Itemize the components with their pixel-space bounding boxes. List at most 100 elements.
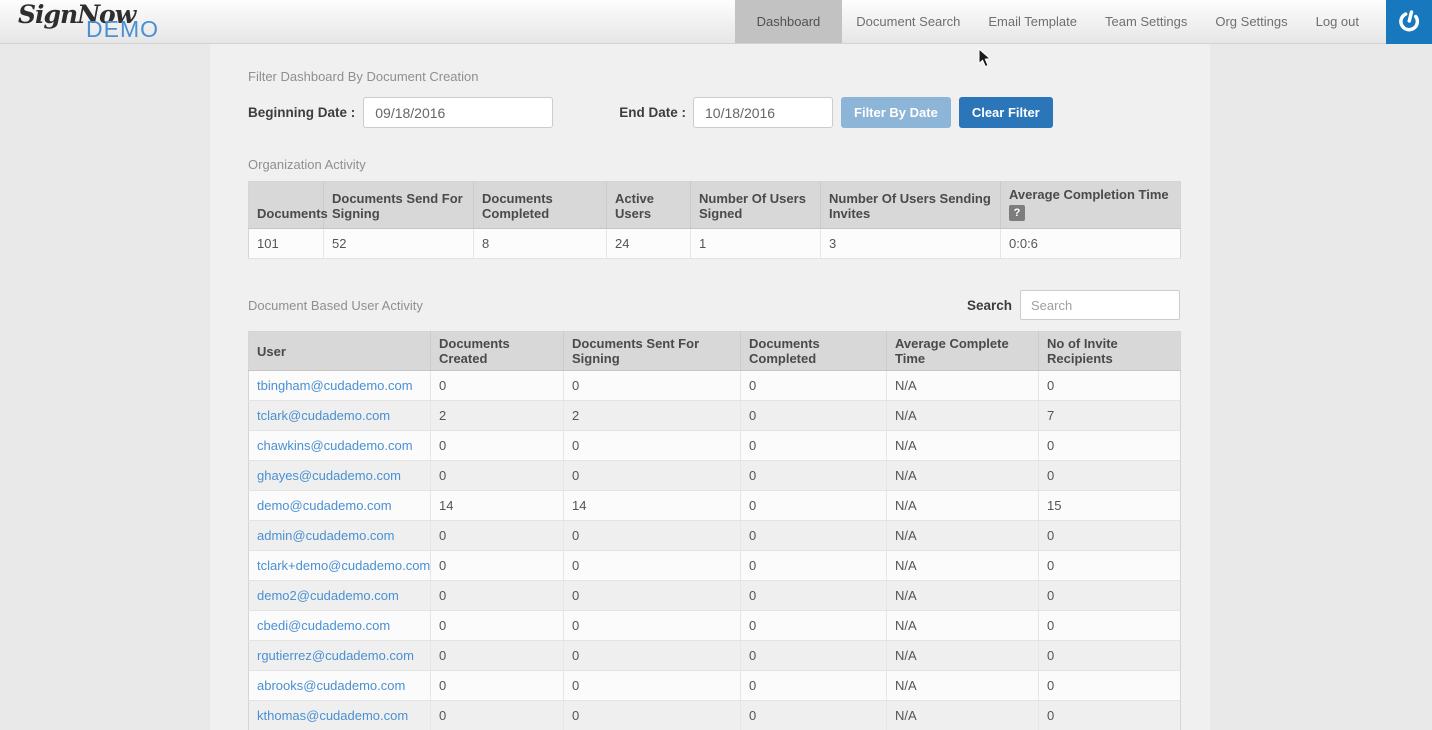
user-email-link[interactable]: chawkins@cudademo.com bbox=[249, 431, 431, 461]
user-value-cell: 0 bbox=[1039, 551, 1181, 581]
user-value-cell: N/A bbox=[887, 461, 1039, 491]
app-logo[interactable]: SignNow DEMO bbox=[18, 0, 218, 44]
user-value-cell: 0 bbox=[741, 701, 887, 730]
power-icon bbox=[1396, 9, 1422, 35]
user-column-header: Average Complete Time bbox=[887, 332, 1039, 371]
org-column-header: Documents Completed bbox=[474, 182, 607, 229]
user-value-cell: 0 bbox=[1039, 641, 1181, 671]
user-value-cell: 0 bbox=[431, 521, 564, 551]
search-input[interactable] bbox=[1020, 290, 1180, 320]
filter-by-date-button[interactable]: Filter By Date bbox=[841, 97, 951, 128]
user-value-cell: 0 bbox=[741, 431, 887, 461]
user-value-cell: 0 bbox=[1039, 371, 1181, 401]
org-column-header: Number Of Users Sending Invites bbox=[821, 182, 1001, 229]
user-table-row: tbingham@cudademo.com000N/A0 bbox=[249, 371, 1181, 401]
user-value-cell: 0 bbox=[564, 431, 741, 461]
org-column-header: Average Completion Time? bbox=[1001, 182, 1181, 229]
search-label: Search bbox=[967, 298, 1012, 313]
org-column-header: Number Of Users Signed bbox=[691, 182, 821, 229]
nav-item-dashboard[interactable]: Dashboard bbox=[735, 0, 843, 43]
user-value-cell: 14 bbox=[564, 491, 741, 521]
top-navigation-bar: SignNow DEMO DashboardDocument SearchEma… bbox=[0, 0, 1432, 44]
user-table-body: tbingham@cudademo.com000N/A0tclark@cudad… bbox=[249, 371, 1181, 730]
nav-menu: DashboardDocument SearchEmail TemplateTe… bbox=[735, 0, 1373, 43]
org-column-label: Documents Completed bbox=[482, 191, 553, 221]
org-value-cell: 101 bbox=[249, 229, 324, 259]
org-value-cell: 24 bbox=[607, 229, 691, 259]
user-value-cell: N/A bbox=[887, 641, 1039, 671]
user-email-link[interactable]: tclark+demo@cudademo.com bbox=[249, 551, 431, 581]
end-date-label: End Date : bbox=[619, 105, 686, 120]
user-value-cell: 0 bbox=[1039, 581, 1181, 611]
nav-item-org-settings[interactable]: Org Settings bbox=[1201, 0, 1301, 43]
user-value-cell: 0 bbox=[431, 431, 564, 461]
user-value-cell: 0 bbox=[431, 701, 564, 730]
user-value-cell: 0 bbox=[564, 521, 741, 551]
user-value-cell: N/A bbox=[887, 371, 1039, 401]
org-column-label: Documents Send For Signing bbox=[332, 191, 463, 221]
nav-item-document-search[interactable]: Document Search bbox=[842, 0, 974, 43]
user-value-cell: N/A bbox=[887, 491, 1039, 521]
user-value-cell: 7 bbox=[1039, 401, 1181, 431]
user-value-cell: 0 bbox=[564, 581, 741, 611]
org-table-data-row: 10152824130:0:6 bbox=[249, 229, 1181, 259]
user-value-cell: 0 bbox=[1039, 461, 1181, 491]
user-table-row: chawkins@cudademo.com000N/A0 bbox=[249, 431, 1181, 461]
clear-filter-button[interactable]: Clear Filter bbox=[959, 97, 1053, 128]
user-column-header: Documents Created bbox=[431, 332, 564, 371]
org-activity-heading: Organization Activity bbox=[248, 157, 1180, 172]
filter-section-heading: Filter Dashboard By Document Creation bbox=[248, 69, 1180, 84]
user-value-cell: 0 bbox=[1039, 431, 1181, 461]
org-column-label: Number Of Users Signed bbox=[699, 191, 806, 221]
user-value-cell: 0 bbox=[564, 671, 741, 701]
user-value-cell: 2 bbox=[564, 401, 741, 431]
user-value-cell: 0 bbox=[741, 371, 887, 401]
user-email-link[interactable]: tclark@cudademo.com bbox=[249, 401, 431, 431]
user-email-link[interactable]: ghayes@cudademo.com bbox=[249, 461, 431, 491]
user-table-row: rgutierrez@cudademo.com000N/A0 bbox=[249, 641, 1181, 671]
user-email-link[interactable]: rgutierrez@cudademo.com bbox=[249, 641, 431, 671]
user-activity-table: UserDocuments CreatedDocuments Sent For … bbox=[248, 331, 1181, 730]
user-table-row: abrooks@cudademo.com000N/A0 bbox=[249, 671, 1181, 701]
user-table-row: kthomas@cudademo.com000N/A0 bbox=[249, 701, 1181, 730]
user-value-cell: 0 bbox=[741, 551, 887, 581]
user-email-link[interactable]: demo@cudademo.com bbox=[249, 491, 431, 521]
user-value-cell: 0 bbox=[1039, 671, 1181, 701]
nav-item-team-settings[interactable]: Team Settings bbox=[1091, 0, 1201, 43]
beginning-date-input[interactable] bbox=[363, 97, 553, 128]
org-column-header: Active Users bbox=[607, 182, 691, 229]
user-value-cell: 0 bbox=[564, 461, 741, 491]
org-column-label: Documents bbox=[257, 206, 328, 221]
user-value-cell: N/A bbox=[887, 401, 1039, 431]
user-email-link[interactable]: admin@cudademo.com bbox=[249, 521, 431, 551]
user-table-row: admin@cudademo.com000N/A0 bbox=[249, 521, 1181, 551]
user-value-cell: 0 bbox=[741, 461, 887, 491]
org-column-header: Documents Send For Signing bbox=[324, 182, 474, 229]
organization-activity-table: Documents Documents Send For Signing Docum… bbox=[248, 181, 1181, 259]
user-email-link[interactable]: kthomas@cudademo.com bbox=[249, 701, 431, 730]
user-value-cell: 0 bbox=[741, 641, 887, 671]
nav-item-log-out[interactable]: Log out bbox=[1302, 0, 1373, 43]
user-value-cell: 0 bbox=[431, 641, 564, 671]
org-value-cell: 52 bbox=[324, 229, 474, 259]
org-column-label: Active Users bbox=[615, 191, 654, 221]
user-email-link[interactable]: abrooks@cudademo.com bbox=[249, 671, 431, 701]
user-table-row: cbedi@cudademo.com000N/A0 bbox=[249, 611, 1181, 641]
user-value-cell: 0 bbox=[564, 611, 741, 641]
user-value-cell: 0 bbox=[564, 701, 741, 730]
user-value-cell: 0 bbox=[741, 491, 887, 521]
user-value-cell: 0 bbox=[1039, 611, 1181, 641]
user-value-cell: 0 bbox=[1039, 521, 1181, 551]
user-email-link[interactable]: tbingham@cudademo.com bbox=[249, 371, 431, 401]
user-activity-heading: Document Based User Activity bbox=[248, 298, 423, 313]
user-email-link[interactable]: demo2@cudademo.com bbox=[249, 581, 431, 611]
user-value-cell: N/A bbox=[887, 521, 1039, 551]
help-icon[interactable]: ? bbox=[1009, 205, 1025, 221]
user-value-cell: 0 bbox=[431, 581, 564, 611]
beginning-date-label: Beginning Date : bbox=[248, 105, 355, 120]
user-email-link[interactable]: cbedi@cudademo.com bbox=[249, 611, 431, 641]
nav-item-email-template[interactable]: Email Template bbox=[974, 0, 1091, 43]
power-button[interactable] bbox=[1386, 0, 1432, 44]
user-value-cell: 0 bbox=[1039, 701, 1181, 730]
end-date-input[interactable] bbox=[693, 97, 833, 128]
